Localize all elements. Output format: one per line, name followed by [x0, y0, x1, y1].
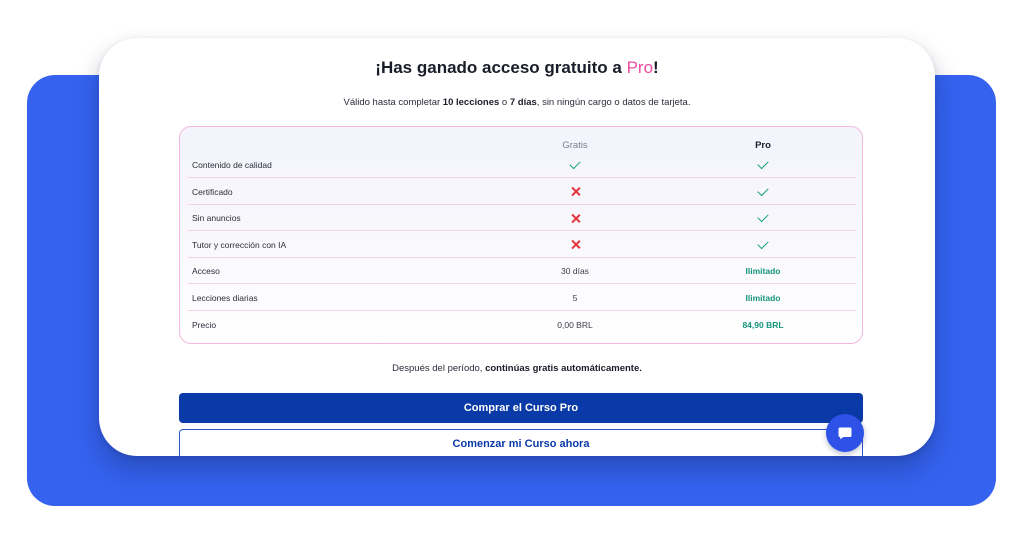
table-row: Acceso 30 días Ilimitado	[188, 258, 856, 285]
row-label: Precio	[192, 319, 217, 330]
cell-value: Ilimitado	[745, 266, 781, 277]
check-icon	[757, 157, 769, 170]
cell-value: 84,90 BRL	[742, 319, 784, 330]
cell-gratis	[515, 205, 635, 231]
modal-subtitle: Válido hasta completar 10 lecciones o 7 …	[99, 97, 935, 108]
cell-pro	[703, 152, 823, 178]
cell-gratis	[515, 179, 635, 205]
start-course-button[interactable]: Comenzar mi Curso ahora	[179, 429, 863, 456]
subtitle-prefix: Válido hasta completar	[343, 97, 443, 108]
cell-value: 30 días	[561, 266, 589, 277]
cell-pro	[703, 232, 823, 258]
cell-gratis: 30 días	[515, 258, 635, 284]
cell-gratis: 0,00 BRL	[515, 312, 635, 338]
title-highlight-pro: Pro	[626, 58, 654, 77]
chat-bubble-icon	[838, 427, 852, 440]
stage: ¡Has ganado acceso gratuito a Pro! Válid…	[0, 0, 1024, 536]
subtitle-lessons: 10 lecciones	[442, 97, 500, 108]
after-period-note: Después del período, continúas gratis au…	[99, 363, 935, 374]
after-note-prefix: Después del período,	[392, 363, 486, 374]
cell-gratis	[515, 232, 635, 258]
cell-value: 5	[572, 293, 578, 303]
pro-offer-modal: ¡Has ganado acceso gratuito a Pro! Válid…	[99, 38, 935, 456]
cell-pro	[703, 179, 823, 205]
column-header-gratis: Gratis	[562, 140, 588, 151]
cross-icon	[571, 214, 580, 223]
title-prefix: ¡Has ganado acceso gratuito a	[375, 58, 627, 77]
check-icon	[569, 157, 581, 170]
check-icon	[757, 211, 769, 223]
subtitle-suffix: , sin ningún cargo o datos de tarjeta.	[536, 97, 691, 108]
check-icon	[757, 184, 769, 196]
cell-gratis: 5	[515, 285, 635, 311]
cell-value: Ilimitado	[745, 293, 781, 303]
table-row: Sin anuncios	[188, 205, 856, 232]
chat-button[interactable]	[826, 414, 864, 452]
table-row: Lecciones diarias 5 Ilimitado	[188, 285, 856, 311]
buy-pro-course-button[interactable]: Comprar el Curso Pro	[179, 393, 863, 423]
cell-gratis	[515, 152, 635, 178]
cell-value: 0,00 BRL	[557, 319, 593, 330]
modal-title: ¡Has ganado acceso gratuito a Pro!	[99, 58, 935, 78]
table-row: Contenido de calidad	[188, 152, 856, 178]
row-label: Contenido de calidad	[192, 160, 272, 170]
title-suffix: !	[653, 58, 659, 77]
table-row: Certificado	[188, 179, 856, 205]
row-label: Tutor y corrección con IA	[192, 239, 287, 250]
cell-pro	[703, 205, 823, 231]
table-row: Precio 0,00 BRL 84,90 BRL	[188, 312, 856, 338]
row-label: Sin anuncios	[192, 213, 241, 224]
row-label: Acceso	[192, 266, 220, 277]
subtitle-days: 7 días	[509, 97, 537, 108]
cell-pro: 84,90 BRL	[703, 312, 823, 338]
cell-pro: Ilimitado	[703, 258, 823, 284]
cross-icon	[571, 187, 580, 196]
cross-icon	[571, 240, 580, 249]
check-icon	[757, 237, 769, 250]
comparison-table: Gratis Pro Contenido de calidad Certifica…	[179, 126, 863, 344]
row-label: Lecciones diarias	[192, 293, 258, 303]
table-row: Tutor y corrección con IA	[188, 232, 856, 258]
after-note-bold: continúas gratis automáticamente.	[485, 363, 642, 374]
row-label: Certificado	[192, 186, 233, 197]
column-header-pro: Pro	[755, 140, 771, 151]
subtitle-or: o	[499, 97, 510, 108]
cell-pro: Ilimitado	[703, 285, 823, 311]
